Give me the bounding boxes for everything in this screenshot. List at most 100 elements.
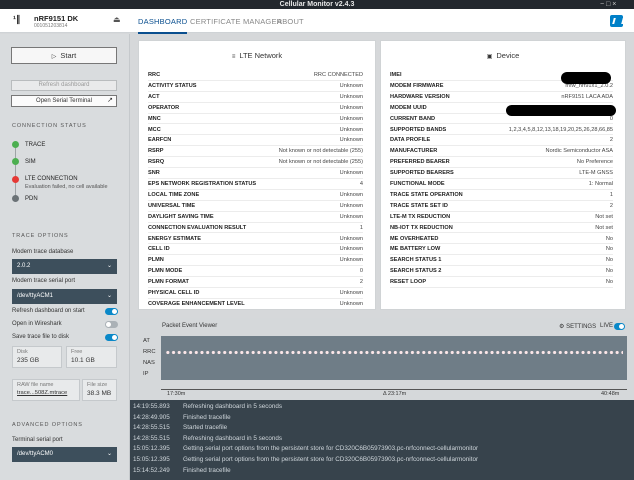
file-size-value: 38.3 MB: [87, 390, 112, 397]
lte-network-key: LOCAL TIME ZONE: [148, 191, 200, 198]
live-toggle[interactable]: [614, 323, 625, 330]
open-in-wireshark-row: Open in Wireshark: [12, 320, 118, 330]
lte-network-value: Unknown: [339, 115, 363, 122]
start-button[interactable]: ▷ Start: [11, 47, 117, 64]
device-info-row: SEARCH STATUS 1 No: [390, 255, 613, 267]
open-serial-terminal-button[interactable]: Open Serial Terminal ↗: [11, 95, 117, 107]
refresh-on-start-toggle[interactable]: [105, 308, 118, 315]
lte-network-row: RSRQ Not known or not detectable (255): [148, 157, 363, 169]
log-entry: 15:05:12.395 Getting serial port options …: [133, 445, 478, 455]
free-value: 10.1 GB: [71, 357, 95, 364]
modem-trace-database-select[interactable]: 2.0.2 ⌄: [12, 259, 117, 274]
device-info-key: CURRENT BAND: [390, 115, 436, 122]
device-heading: ▣ Device: [381, 51, 625, 60]
device-info-value: 2: [609, 202, 613, 209]
device-info-row: SEARCH STATUS 2 No: [390, 266, 613, 278]
lte-network-key: COVERAGE ENHANCEMENT LEVEL: [148, 300, 245, 307]
pdn-status-label: PDN: [25, 196, 38, 202]
device-info-key: RESET LOOP: [390, 279, 427, 286]
lte-network-value: Unknown: [339, 93, 363, 100]
lte-network-value: Unknown: [339, 300, 363, 307]
lane-at[interactable]: [161, 336, 627, 347]
device-info-key: LTE-M TX REDUCTION: [390, 213, 451, 220]
device-info-row: PREFERRED BEARER No Preference: [390, 157, 613, 169]
lte-network-value: Unknown: [339, 170, 363, 177]
device-info-row: NB-IOT TX REDUCTION Not set: [390, 223, 613, 234]
app-header: ¹∥ nRF9151 DK 001051203814 ⏏ DASHBOARD C…: [0, 9, 634, 34]
lte-network-key: PLMN MODE: [148, 268, 183, 275]
lte-network-heading: ≡ LTE Network: [139, 51, 375, 60]
device-info-value: No Preference: [576, 159, 613, 166]
modem-trace-serial-port-label: Modem trace serial port: [12, 278, 76, 284]
eject-icon[interactable]: ⏏: [113, 15, 121, 24]
device-info-value: No: [605, 268, 613, 275]
lane-label-ip: IP: [143, 371, 149, 377]
lte-network-row: RRC RRC CONNECTED: [148, 70, 363, 81]
lte-network-key: PHYSICAL CELL ID: [148, 290, 200, 296]
trace-status-dot: [12, 141, 19, 148]
trace-options-heading: TRACE OPTIONS: [12, 233, 69, 239]
device-info-key: DATA PROFILE: [390, 137, 431, 144]
device-info-row: TRACE STATE OPERATION 1: [390, 190, 613, 201]
device-info-key: PREFERRED BEARER: [390, 159, 450, 166]
lte-network-key: PLMN FORMAT: [148, 279, 189, 286]
refresh-on-start-label: Refresh dashboard on start: [12, 308, 85, 314]
device-name[interactable]: nRF9151 DK: [34, 14, 78, 23]
tab-dashboard[interactable]: DASHBOARD: [138, 17, 188, 34]
device-info-row: SUPPORTED BEARERS LTE-M GNSS: [390, 168, 613, 179]
save-trace-toggle[interactable]: [105, 334, 118, 341]
lte-network-value: Not known or not detectable (255): [278, 148, 363, 155]
open-in-wireshark-toggle[interactable]: [105, 321, 118, 328]
lane-rrc[interactable]: [161, 347, 627, 358]
device-info-row: FUNCTIONAL MODE 1: Normal: [390, 179, 613, 190]
log-timestamp: 14:19:55.893: [133, 403, 170, 410]
lte-network-row: LOCAL TIME ZONE Unknown: [148, 190, 363, 201]
lane-nas[interactable]: [161, 358, 627, 369]
free-label: Free: [71, 349, 83, 355]
device-info-key: SUPPORTED BANDS: [390, 126, 447, 133]
tab-about[interactable]: ABOUT: [277, 17, 304, 26]
device-info-value: 1,2,3,4,5,8,12,13,18,19,20,25,26,28,66,8…: [508, 126, 613, 133]
log-timestamp: 14:28:55.515: [133, 434, 170, 442]
tab-certificate-manager[interactable]: CERTIFICATE MANAGER: [190, 17, 282, 26]
lane-ip[interactable]: [161, 369, 627, 380]
device-info-key: TRACE STATE OPERATION: [390, 191, 463, 198]
lte-network-row: PLMN Unknown: [148, 255, 363, 267]
lte-network-value: Unknown: [339, 82, 363, 89]
gear-icon: ⚙: [559, 324, 565, 330]
log-message: Getting serial port options from the per…: [183, 456, 479, 463]
modem-trace-database-label: Modem trace database: [12, 249, 74, 255]
lte-network-key: DAYLIGHT SAVING TIME: [148, 213, 214, 220]
lte-connection-status-label: LTE CONNECTION: [25, 176, 78, 182]
refresh-dashboard-button[interactable]: Refresh dashboard: [11, 80, 117, 91]
device-info-row: SUPPORTED BANDS 1,2,3,4,5,8,12,13,18,19,2…: [390, 125, 613, 136]
log-panel[interactable]: 14:19:55.893 Refreshing dashboard in 5 se…: [130, 400, 634, 480]
lte-network-panel: ≡ LTE Network RRC RRC CONNECTED ACTIVITY ST…: [138, 40, 376, 310]
terminal-serial-port-select[interactable]: /dev/ttyACM0 ⌄: [12, 447, 117, 462]
lte-network-row: ENERGY ESTIMATE Unknown: [148, 234, 363, 245]
modem-trace-serial-port-select[interactable]: /dev/ttyACM1 ⌄: [12, 289, 117, 304]
lte-network-row: COVERAGE ENHANCEMENT LEVEL Unknown: [148, 299, 363, 309]
lte-network-value: RRC CONNECTED: [313, 72, 363, 78]
timeline-axis[interactable]: 17:30m Δ 23:17m 40:48m: [161, 389, 627, 398]
lte-network-key: ACTIVITY STATUS: [148, 82, 197, 89]
chevron-down-icon: ⌄: [106, 451, 112, 457]
lte-network-value: Unknown: [339, 104, 363, 111]
raw-file-name-link[interactable]: trace...508Z.mtrace: [17, 390, 67, 396]
lte-network-key: MNC: [148, 115, 161, 122]
log-timestamp: 15:05:12.395: [133, 456, 170, 463]
external-link-icon: ↗: [107, 97, 113, 104]
log-message: Getting serial port options from the per…: [183, 445, 479, 453]
settings-button[interactable]: ⚙ SETTINGS: [559, 323, 596, 330]
log-entry: 15:05:12.395 Getting serial port options …: [133, 456, 478, 466]
log-entry: 14:28:49.905 Finished tracefile: [133, 414, 231, 424]
window-controls[interactable]: − □ ×: [600, 0, 616, 9]
lte-network-row: MCC Unknown: [148, 125, 363, 136]
signal-icon: ≡: [231, 54, 236, 60]
device-title: Device: [496, 51, 520, 60]
pdn-status-dot: [12, 195, 19, 202]
disk-label: Disk: [17, 349, 28, 355]
device-info-row: MANUFACTURER Nordic Semiconductor ASA: [390, 146, 613, 158]
device-info-value: No: [605, 235, 613, 242]
chevron-down-icon: ⌄: [106, 263, 112, 269]
